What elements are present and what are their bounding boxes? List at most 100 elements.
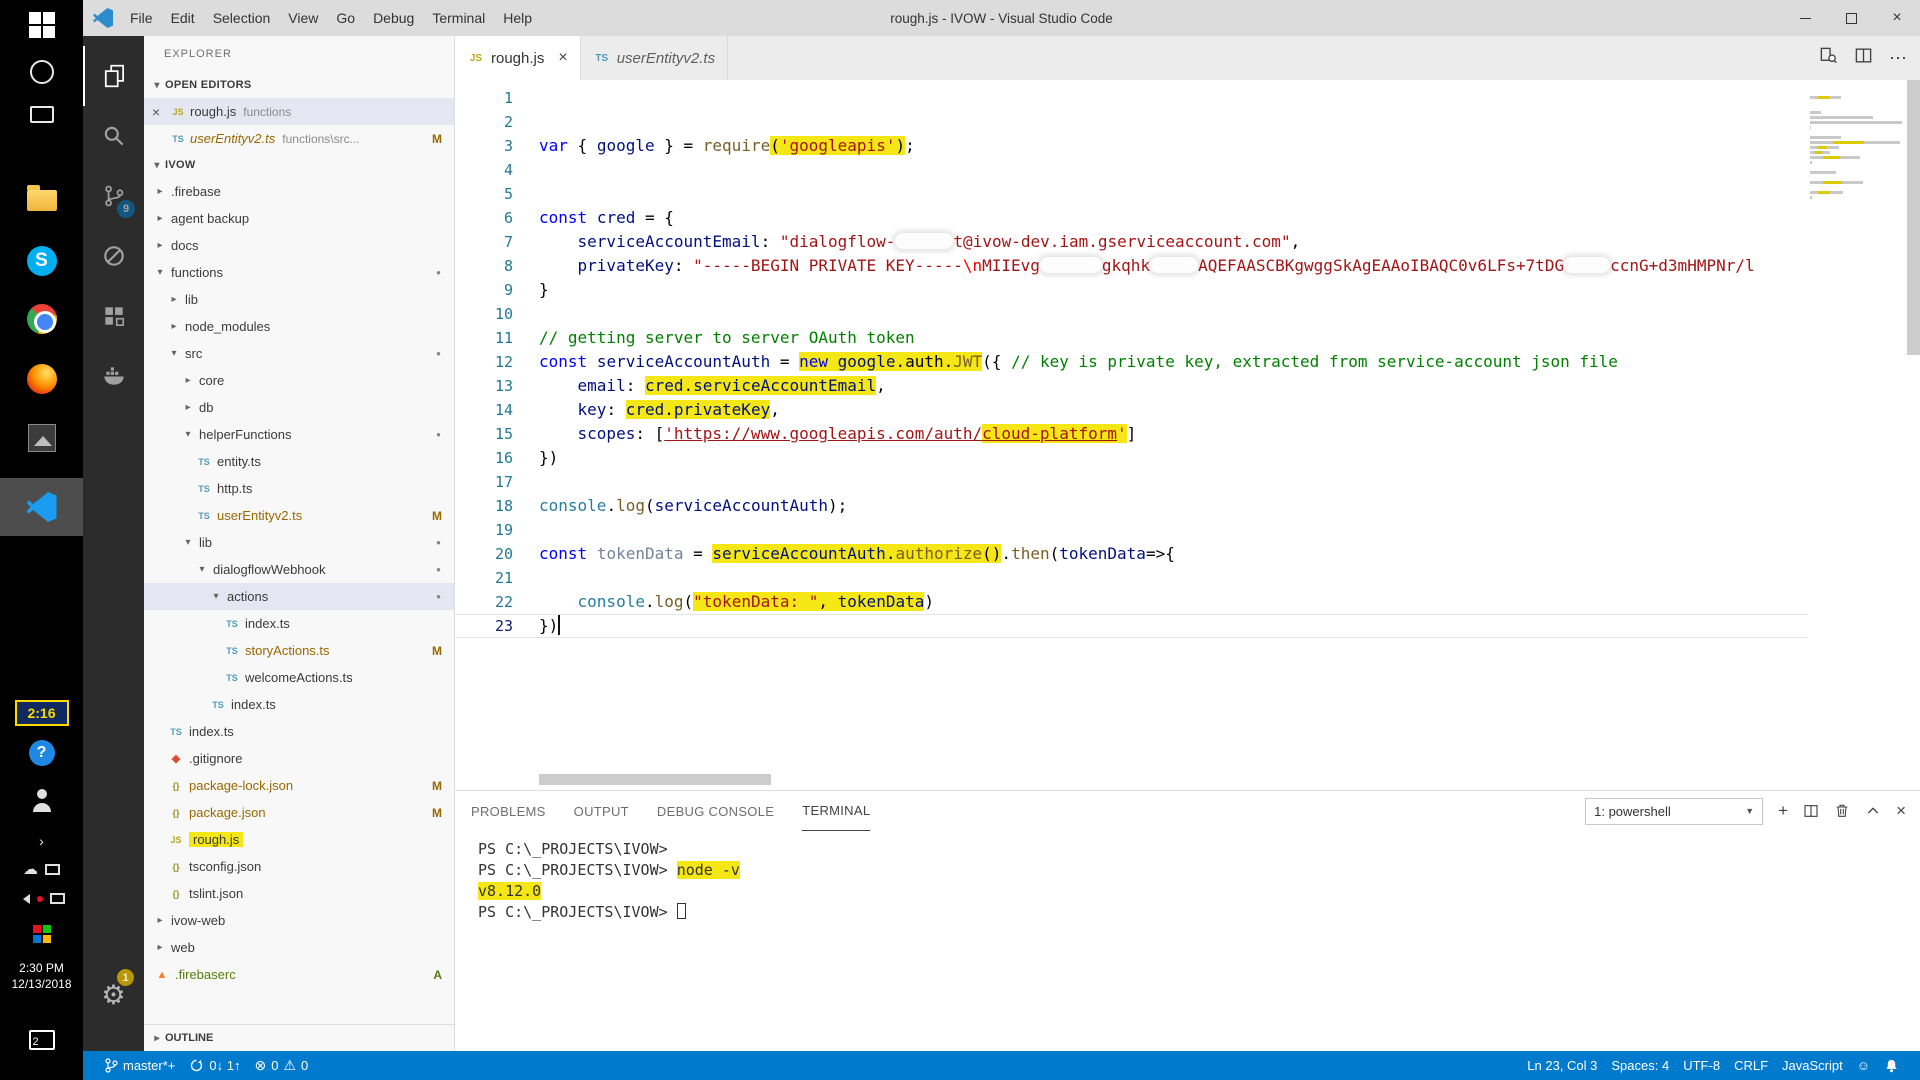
tree-file-userentityv2-ts[interactable]: TS userEntityv2.ts M [144,502,454,529]
panel-tab-problems[interactable]: PROBLEMS [471,791,546,831]
tree-folder-node-modules[interactable]: ▸ node_modules [144,313,454,340]
indentation-status[interactable]: Spaces: 4 [1604,1058,1676,1073]
project-header[interactable]: ▾ IVOW [144,152,454,178]
cortana-icon[interactable] [0,60,83,84]
minimize-button[interactable] [1782,0,1828,36]
menu-selection[interactable]: Selection [204,10,280,26]
tree-folder-helperfunctions[interactable]: ▾ helperFunctions ● [144,421,454,448]
timer-badge[interactable]: 2:16 [0,700,83,726]
tree-file-http-ts[interactable]: TS http.ts [144,475,454,502]
photos-icon[interactable] [0,424,83,452]
menu-file[interactable]: File [121,10,162,26]
tree-folder-db[interactable]: ▸ db [144,394,454,421]
tree-file-index-ts[interactable]: TS index.ts [144,718,454,745]
terminal-selector[interactable]: 1: powershell ▼ [1585,797,1764,825]
tree-folder-docs[interactable]: ▸ docs [144,232,454,259]
skype-icon[interactable]: S [0,246,83,276]
close-window-button[interactable]: × [1874,0,1920,36]
tree-folder-core[interactable]: ▸ core [144,367,454,394]
outline-header[interactable]: ▸ OUTLINE [144,1024,454,1051]
terminal-output[interactable]: PS C:\_PROJECTS\IVOW> PS C:\_PROJECTS\IV… [455,831,1920,1051]
close-panel-icon[interactable]: × [1896,801,1906,821]
search-icon[interactable] [83,106,144,166]
split-editor-icon[interactable] [1854,46,1873,70]
source-control-icon[interactable]: 9 [83,166,144,226]
vertical-scrollbar[interactable] [1907,80,1920,355]
code-editor[interactable]: 1 2 3 var { google } = require('googleapis'… [455,80,1920,790]
tab-rough-js[interactable]: JS rough.js × [455,36,581,80]
onedrive-tray-icons[interactable]: ☁ [0,860,83,878]
menu-go[interactable]: Go [327,10,364,26]
vscode-taskbar-icon[interactable] [0,478,83,536]
close-file-icon[interactable]: × [152,104,168,120]
close-tab-icon[interactable]: × [558,49,567,67]
problems-status[interactable]: ⊗ 0 ⚠ 0 [247,1057,315,1074]
menu-terminal[interactable]: Terminal [423,10,494,26]
language-status[interactable]: JavaScript [1775,1058,1850,1073]
tree-file-package-lock-json[interactable]: {} package-lock.json M [144,772,454,799]
people-icon[interactable] [0,788,83,812]
tree-folder--firebase[interactable]: ▸ .firebase [144,178,454,205]
menu-debug[interactable]: Debug [364,10,423,26]
cursor-position-status[interactable]: Ln 23, Col 3 [1520,1058,1604,1073]
tree-folder-ivow-web[interactable]: ▸ ivow-web [144,907,454,934]
tree-folder-functions[interactable]: ▾ functions ● [144,259,454,286]
open-editor-item[interactable]: × JS rough.js functions [144,98,454,125]
tree-folder-lib[interactable]: ▸ lib [144,286,454,313]
tree-file-index-ts[interactable]: TS index.ts [144,610,454,637]
tree-file-index-ts[interactable]: TS index.ts [144,691,454,718]
tree-folder-lib[interactable]: ▾ lib ● [144,529,454,556]
help-icon[interactable]: ? [0,740,83,766]
git-branch-status[interactable]: master*+ [97,1057,182,1074]
action-center-icon[interactable]: 2 [0,1030,83,1050]
split-terminal-icon[interactable] [1803,803,1819,819]
tree-file-welcomeactions-ts[interactable]: TS welcomeActions.ts [144,664,454,691]
tree-folder-src[interactable]: ▾ src ● [144,340,454,367]
tree-folder-agent-backup[interactable]: ▸ agent backup [144,205,454,232]
open-changes-icon[interactable] [1819,46,1838,70]
debug-icon[interactable] [83,226,144,286]
tree-folder-actions[interactable]: ▾ actions ● [144,583,454,610]
manage-gear-icon[interactable]: ⚙ 1 [83,965,144,1025]
tree-file-storyactions-ts[interactable]: TS storyActions.ts M [144,637,454,664]
panel-tab-terminal[interactable]: TERMINAL [802,791,871,831]
maximize-button[interactable] [1828,0,1874,36]
menu-help[interactable]: Help [494,10,541,26]
task-view-icon[interactable] [0,106,83,123]
tray-expand-icon[interactable]: › [0,833,83,849]
store-tiles-icon[interactable] [0,925,83,943]
start-button[interactable] [0,12,83,38]
firefox-icon[interactable] [0,364,83,394]
docker-icon[interactable] [83,346,144,406]
tree-file-tslint-json[interactable]: {} tslint.json [144,880,454,907]
feedback-smiley-icon[interactable]: ☺ [1850,1058,1877,1073]
menu-view[interactable]: View [279,10,327,26]
volume-tray-icons[interactable] [0,893,83,904]
tree-file-package-json[interactable]: {} package.json M [144,799,454,826]
explorer-icon[interactable] [83,46,144,106]
new-terminal-icon[interactable]: + [1778,801,1788,821]
panel-tab-debug-console[interactable]: DEBUG CONSOLE [657,791,774,831]
open-editor-item[interactable]: TS userEntityv2.ts functions\src... M [144,125,454,152]
more-actions-icon[interactable]: ⋯ [1889,48,1908,69]
git-sync-status[interactable]: 0↓ 1↑ [182,1058,247,1073]
tree-folder-dialogflowwebhook[interactable]: ▾ dialogflowWebhook ● [144,556,454,583]
open-editors-header[interactable]: ▾ OPEN EDITORS [144,72,454,98]
tab-userentityv2-ts[interactable]: TS userEntityv2.ts [581,36,729,80]
chrome-icon[interactable] [0,304,83,334]
tree-file--gitignore[interactable]: ◆ .gitignore [144,745,454,772]
horizontal-scrollbar[interactable] [539,774,771,785]
tree-file-rough-js[interactable]: JS rough.js [144,826,454,853]
tree-folder-web[interactable]: ▸ web [144,934,454,961]
tree-file-entity-ts[interactable]: TS entity.ts [144,448,454,475]
encoding-status[interactable]: UTF-8 [1676,1058,1727,1073]
file-explorer-icon[interactable] [0,185,83,211]
taskbar-clock[interactable]: 2:30 PM 12/13/2018 [0,960,83,992]
kill-terminal-icon[interactable] [1834,803,1850,819]
panel-tab-output[interactable]: OUTPUT [574,791,629,831]
notifications-bell-icon[interactable] [1877,1058,1906,1074]
tree-file-tsconfig-json[interactable]: {} tsconfig.json [144,853,454,880]
maximize-panel-icon[interactable] [1865,803,1881,819]
tree-file--firebaserc[interactable]: ▲ .firebaserc A [144,961,454,988]
eol-status[interactable]: CRLF [1727,1058,1775,1073]
